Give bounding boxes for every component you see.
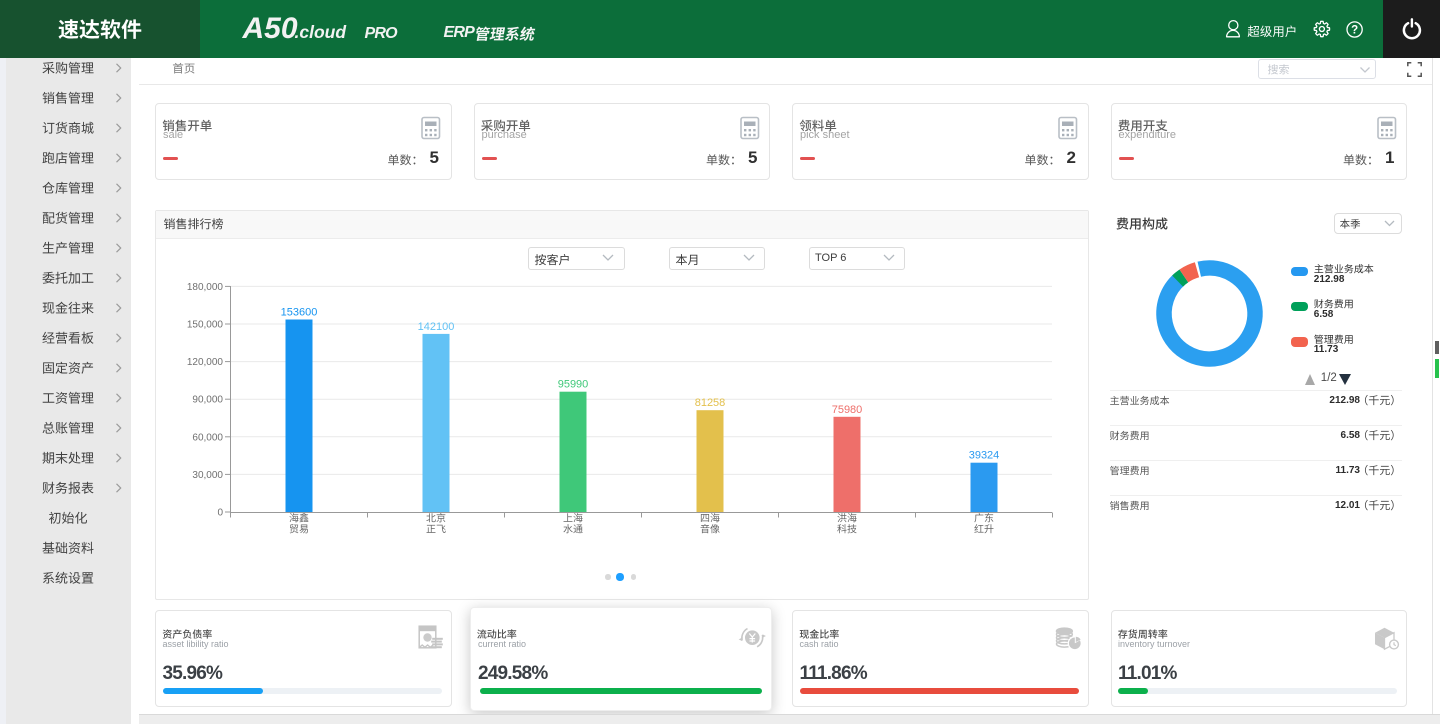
svg-text:180,000: 180,000 bbox=[187, 282, 224, 293]
svg-text:30,000: 30,000 bbox=[192, 470, 223, 481]
svg-text:60,000: 60,000 bbox=[192, 432, 223, 443]
svg-text:75980: 75980 bbox=[832, 404, 863, 416]
svg-text:0: 0 bbox=[217, 508, 223, 519]
svg-text:90,000: 90,000 bbox=[192, 395, 223, 406]
svg-text:153600: 153600 bbox=[281, 307, 318, 319]
svg-text:81258: 81258 bbox=[695, 397, 726, 409]
svg-text:95990: 95990 bbox=[558, 379, 589, 391]
svg-text:?: ? bbox=[1351, 25, 1358, 37]
svg-text:120,000: 120,000 bbox=[187, 357, 224, 368]
svg-text:39324: 39324 bbox=[969, 450, 1000, 462]
svg-text:142100: 142100 bbox=[418, 321, 455, 333]
svg-text:150,000: 150,000 bbox=[187, 320, 224, 331]
